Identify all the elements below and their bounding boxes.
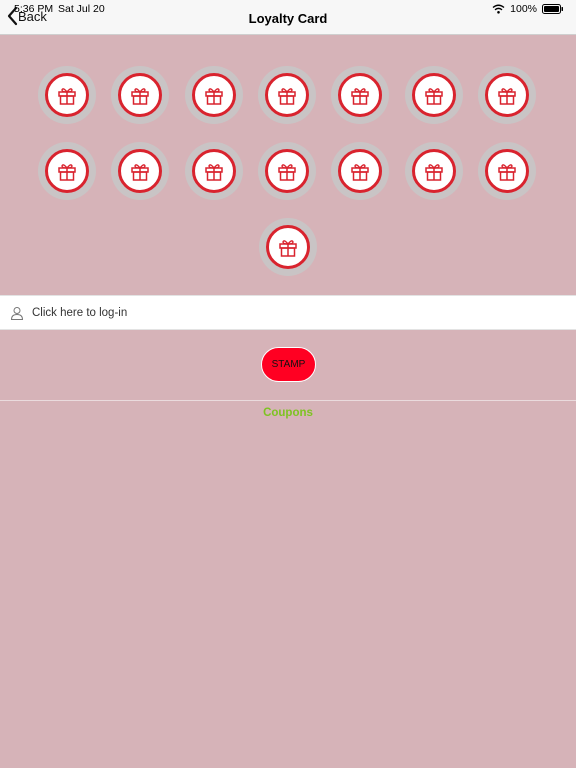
battery-percent: 100% xyxy=(510,3,537,15)
gift-icon xyxy=(191,149,236,193)
gift-icon xyxy=(338,73,383,117)
gift-icon xyxy=(266,225,310,269)
gift-icon xyxy=(191,73,236,117)
gift-icon xyxy=(118,73,163,117)
stamp-slot xyxy=(257,142,316,200)
gift-icon xyxy=(118,149,163,193)
stamp-slot xyxy=(257,66,316,124)
battery-icon xyxy=(542,4,564,14)
stamp-grid xyxy=(0,35,576,295)
gift-icon xyxy=(484,73,529,117)
status-bar: 5:36 PM Sat Jul 20 100% xyxy=(0,0,576,18)
stamp-slot xyxy=(184,142,243,200)
stamp-button[interactable]: STAMP xyxy=(261,347,316,382)
login-row[interactable]: Click here to log-in xyxy=(0,295,576,330)
wifi-icon xyxy=(492,4,505,14)
status-time: 5:36 PM xyxy=(14,3,54,15)
gift-icon xyxy=(338,149,383,193)
gift-icon xyxy=(45,73,89,117)
stamp-slot xyxy=(111,66,170,124)
stamp-slot xyxy=(38,66,96,124)
gift-icon xyxy=(484,149,529,193)
person-icon xyxy=(10,306,24,320)
gift-icon xyxy=(411,149,456,193)
stamp-slot xyxy=(404,66,463,124)
stamp-slot xyxy=(184,66,243,124)
stamp-slot xyxy=(331,66,390,124)
coupons-link[interactable]: Coupons xyxy=(0,407,576,419)
status-date: Sat Jul 20 xyxy=(58,3,105,15)
gift-icon xyxy=(45,149,89,193)
login-label: Click here to log-in xyxy=(32,306,128,319)
stamp-slot xyxy=(331,142,390,200)
stamp-slot xyxy=(477,142,536,200)
gift-icon xyxy=(411,73,456,117)
gift-icon xyxy=(264,149,309,193)
stamp-slot xyxy=(259,218,317,276)
stamp-slot xyxy=(477,66,536,124)
stamp-slot xyxy=(38,142,96,200)
stamp-slot xyxy=(404,142,463,200)
divider xyxy=(0,400,576,401)
stamp-slot xyxy=(111,142,170,200)
gift-icon xyxy=(264,73,309,117)
